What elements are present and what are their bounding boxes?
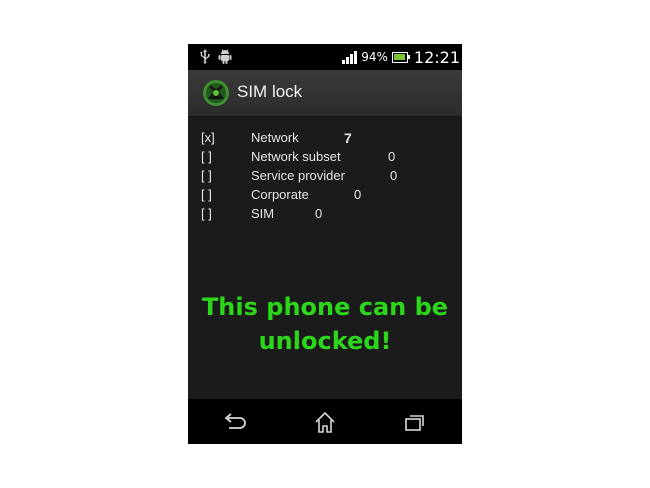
lock-label: SIM	[251, 206, 275, 221]
lock-count: 0	[388, 149, 396, 164]
lock-row-service-provider: [ ] Service provider 0	[188, 168, 462, 187]
battery-percent: 94%	[361, 50, 388, 64]
lock-checkbox: [ ]	[201, 149, 212, 164]
usb-icon	[200, 49, 210, 68]
sim-lock-app-icon[interactable]	[202, 79, 230, 107]
lock-checkbox: [ ]	[201, 206, 212, 221]
lock-count: 0	[390, 168, 398, 183]
clock: 12:21	[413, 47, 460, 67]
lock-count: 0	[354, 187, 362, 202]
lock-row-network-subset: [ ] Network subset 0	[188, 149, 462, 168]
page-title: SIM lock	[237, 82, 303, 101]
lock-label: Corporate	[251, 187, 309, 202]
unlock-message: This phone can be unlocked!	[188, 290, 462, 358]
android-icon	[218, 49, 232, 68]
lock-row-sim: [ ] SIM 0	[188, 206, 462, 225]
lock-row-network: [x] Network 7	[188, 130, 462, 149]
battery-icon	[391, 51, 410, 63]
lock-row-corporate: [ ] Corporate 0	[188, 187, 462, 206]
lock-count: 7	[344, 130, 352, 146]
unlock-message-line2: unlocked!	[258, 327, 392, 355]
lock-count: 0	[315, 206, 323, 221]
signal-icon	[342, 50, 358, 64]
lock-checkbox: [ ]	[201, 187, 212, 202]
status-bar: 94% 12:21	[188, 44, 462, 70]
recent-apps-icon[interactable]	[400, 409, 430, 435]
navigation-bar	[188, 399, 462, 444]
action-bar: SIM lock	[188, 70, 462, 117]
lock-checkbox: [ ]	[201, 168, 212, 183]
lock-checkbox: [x]	[201, 130, 215, 145]
phone-screen: 94% 12:21 SIM lock [x] Network 7 [ ] Net…	[188, 44, 462, 444]
lock-label: Network	[251, 130, 299, 145]
lock-label: Network subset	[251, 149, 341, 164]
unlock-message-line1: This phone can be	[201, 293, 449, 321]
lock-label: Service provider	[251, 168, 345, 183]
back-icon[interactable]	[218, 409, 248, 435]
home-icon[interactable]	[310, 409, 340, 435]
